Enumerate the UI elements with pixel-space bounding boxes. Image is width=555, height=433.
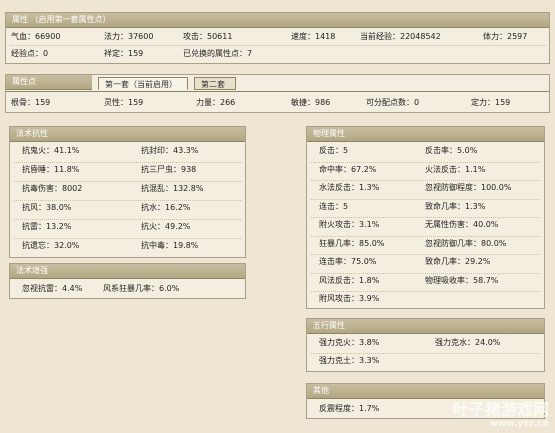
stat-cell: 抗昏睡：11.8% [22, 165, 80, 174]
phys-panel-header: 物理属性 [307, 127, 544, 142]
stat-cell: 狂暴几率：85.0% [319, 238, 385, 248]
stat-cell: 强力克水：24.0% [435, 338, 501, 347]
attr-panel: 属性 （启用第一套属性点） 气血：66900 法力：37600 攻击：50611… [5, 12, 550, 64]
stat-cell: 抗鬼火：41.1% [22, 146, 80, 155]
resist-panel-title: 法术抗性 [16, 129, 48, 138]
point-constitution: 根骨：159 [11, 98, 51, 107]
stat-cell: 物理吸收率：58.7% [425, 275, 499, 285]
stat-cell: 抗遗忘：32.0% [22, 241, 80, 250]
stat-cell: 水法反击：1.3% [319, 183, 380, 192]
stat-cell: 连击：5 [319, 201, 349, 211]
stat-cell: 反击率：5.0% [425, 146, 478, 155]
point-strength: 力量：266 [196, 98, 236, 107]
stat-cell: 抗混乱：132.8% [141, 184, 204, 193]
enhance-panel-header: 法术增强 [10, 264, 245, 279]
watermark-title: 叶子猪游戏网 [452, 400, 549, 419]
stat-cell: 命中率：67.2% [319, 164, 377, 174]
stat-exchanged-points: 已兑换的属性点：7 [183, 49, 253, 58]
stat-cell: 附风攻击：3.9% [319, 294, 380, 303]
stat-cell: 抗风：38.0% [22, 203, 72, 212]
watermark-url: www.yzz.cn [489, 419, 549, 429]
stat-cell: 反击：5 [319, 146, 349, 155]
stat-speed: 速度：1418 [291, 32, 336, 41]
stat-cell: 反震程度：1.7% [319, 404, 380, 413]
stat-attack: 攻击：50611 [183, 32, 233, 41]
phys-panel-title: 物理属性 [313, 129, 345, 138]
point-available: 可分配点数：0 [366, 98, 420, 107]
stat-fixed: 祥定：159 [104, 49, 144, 58]
five-panel-title: 五行属性 [313, 321, 345, 330]
attr-panel-header: 属性 （启用第一套属性点） [6, 13, 549, 28]
stat-cell: 抗雷：13.2% [22, 222, 72, 231]
stat-cell: 忽视防御几率：80.0% [425, 238, 507, 248]
five-panel: 五行属性 强力克火：3.8% 强力克水：24.0% 强力克土：3.3% [306, 318, 545, 372]
tab-set-two[interactable]: 第二套 [194, 77, 236, 90]
stat-cell: 忽视防御程度：100.0% [425, 183, 512, 192]
points-panel: 属性点 第一套（当前启用） 第二套 根骨：159 灵性：159 力量：266 敏… [5, 74, 550, 113]
stat-cell: 忽视抗雷：4.4% [22, 284, 83, 293]
stat-cell: 强力克土：3.3% [319, 356, 380, 365]
stat-cell: 强力克火：3.8% [319, 338, 380, 347]
stat-cell: 抗封印：43.3% [141, 146, 199, 155]
attr-panel-subtitle: （启用第一套属性点） [30, 15, 111, 24]
point-willpower: 定力：159 [471, 98, 511, 107]
stat-cell: 无属性伤害：40.0% [425, 220, 499, 229]
stat-hp: 气血：66900 [11, 32, 61, 41]
stat-exp: 当前经验：22048542 [360, 32, 441, 41]
stat-cell: 连击率：75.0% [319, 257, 377, 266]
stat-cell: 抗水：16.2% [141, 203, 191, 212]
point-spirit: 灵性：159 [104, 98, 144, 107]
tab-set-one[interactable]: 第一套（当前启用） [98, 77, 188, 90]
resist-panel: 法术抗性 抗鬼火：41.1% 抗封印：43.3% 抗昏睡：11.8% 抗三尸虫：938… [9, 126, 246, 258]
point-agility: 敏捷：986 [291, 98, 331, 107]
other-panel-header: 其他 [307, 384, 544, 399]
stat-cell: 抗中毒：19.8% [141, 241, 199, 250]
stat-cell: 致命几率：1.3% [425, 201, 486, 211]
points-panel-title: 属性点 [12, 77, 36, 86]
phys-panel: 物理属性 反击：5 反击率：5.0% 命中率：67.2% 火法反击：1.1% 水法反击：… [306, 126, 545, 309]
stat-exp-points: 经验点：0 [11, 49, 49, 58]
watermark: 叶子猪游戏网 www.yzz.cn [452, 400, 549, 430]
five-panel-header: 五行属性 [307, 319, 544, 334]
stat-cell: 风系狂暴几率：6.0% [103, 284, 180, 293]
stat-cell: 火法反击：1.1% [425, 164, 486, 174]
stat-mp: 法力：37600 [104, 32, 154, 41]
stat-cell: 抗火：49.2% [141, 222, 191, 231]
resist-panel-header: 法术抗性 [10, 127, 245, 142]
stat-cell: 抗毒伤害：8002 [22, 184, 83, 193]
stat-cell: 致命几率：29.2% [425, 257, 491, 266]
points-panel-header: 属性点 [6, 75, 92, 90]
enhance-panel: 法术增强 忽视抗雷：4.4% 风系狂暴几率：6.0% [9, 263, 246, 299]
other-panel-title: 其他 [313, 386, 329, 395]
stat-stamina: 体力：2597 [483, 32, 528, 41]
stat-cell: 抗三尸虫：938 [141, 165, 197, 174]
attr-panel-title: 属性 [12, 15, 28, 24]
stat-cell: 附火攻击：3.1% [319, 220, 380, 229]
stat-cell: 风法反击：1.8% [319, 275, 380, 285]
enhance-panel-title: 法术增强 [16, 266, 48, 275]
